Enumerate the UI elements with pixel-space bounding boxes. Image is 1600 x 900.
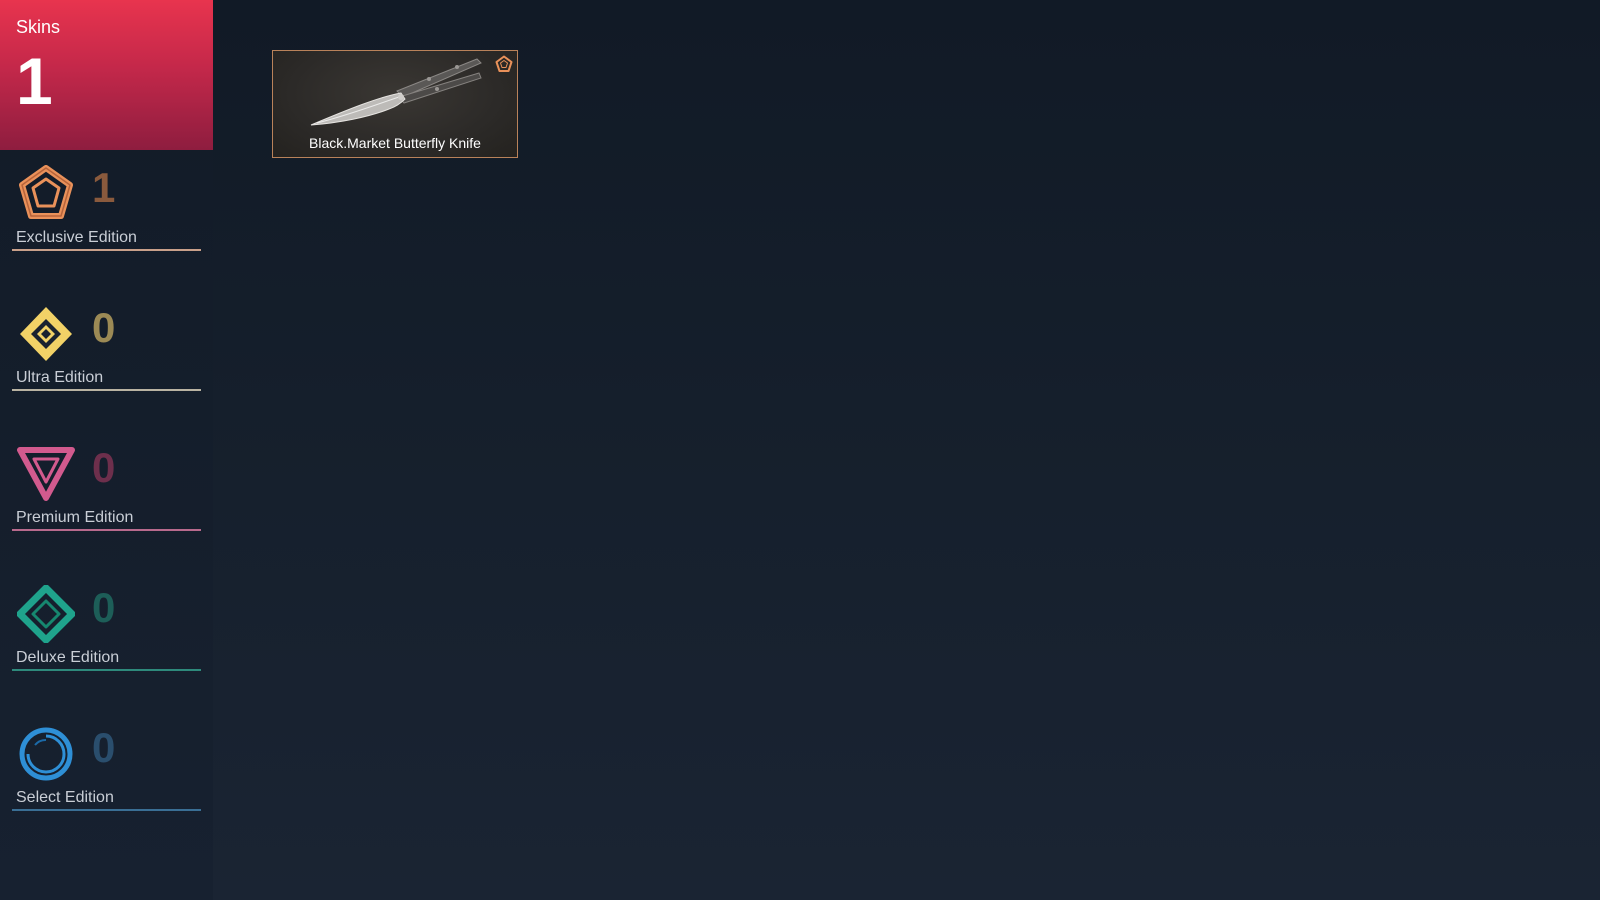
- premium-edition-count: 0: [92, 444, 116, 491]
- select-edition-icon: [17, 725, 75, 783]
- tier-ultra-edition[interactable]: 0 Ultra Edition: [0, 305, 213, 405]
- tier-exclusive-edition[interactable]: 1 Exclusive Edition: [0, 165, 213, 265]
- premium-edition-icon: [17, 445, 75, 503]
- tier-deluxe-edition[interactable]: 0 Deluxe Edition: [0, 585, 213, 685]
- deluxe-edition-count: 0: [92, 584, 116, 631]
- exclusive-edition-count: 1: [92, 164, 116, 211]
- tier-premium-edition[interactable]: 0 Premium Edition: [0, 445, 213, 545]
- butterfly-knife-image: [310, 58, 482, 126]
- skins-summary[interactable]: Skins 1: [0, 0, 213, 150]
- tier-select-edition[interactable]: 0 Select Edition: [0, 725, 213, 825]
- sidebar: Skins 1 1 Exclusive Edition 0 Ultra Edit…: [0, 0, 213, 900]
- premium-edition-label: Premium Edition: [16, 509, 134, 526]
- skin-card[interactable]: Black.Market Butterfly Knife: [272, 50, 518, 158]
- select-edition-underline: [12, 809, 201, 811]
- ultra-edition-underline: [12, 389, 201, 391]
- select-edition-label: Select Edition: [16, 789, 114, 806]
- skins-label: Skins: [16, 17, 61, 37]
- exclusive-edition-underline: [12, 249, 201, 251]
- deluxe-edition-underline: [12, 669, 201, 671]
- ultra-edition-icon: [17, 305, 75, 363]
- skins-count: 1: [16, 44, 53, 118]
- ultra-edition-count: 0: [92, 304, 116, 351]
- exclusive-edition-icon: [17, 165, 75, 223]
- exclusive-edition-icon: [495, 55, 513, 72]
- select-edition-count: 0: [92, 724, 116, 771]
- deluxe-edition-label: Deluxe Edition: [16, 649, 120, 666]
- premium-edition-underline: [12, 529, 201, 531]
- ultra-edition-label: Ultra Edition: [16, 369, 104, 386]
- skin-name: Black.Market Butterfly Knife: [309, 135, 481, 151]
- deluxe-edition-icon: [17, 585, 75, 643]
- exclusive-edition-label: Exclusive Edition: [16, 229, 137, 246]
